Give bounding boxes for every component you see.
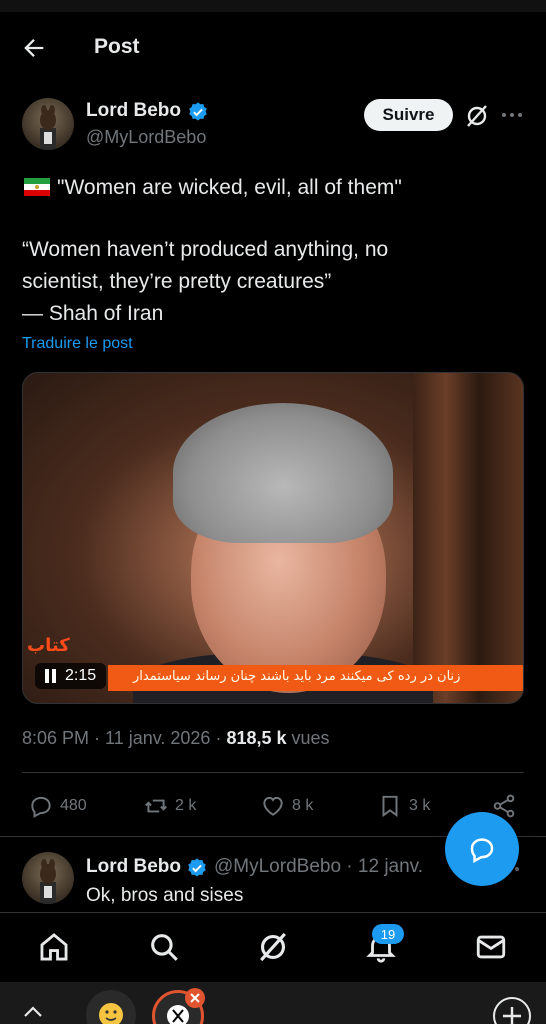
system-taskbar: [0, 982, 546, 1024]
smiley-icon: [99, 1003, 123, 1024]
divider: [22, 772, 524, 773]
author-avatar[interactable]: [22, 98, 74, 150]
translate-post-link[interactable]: Traduire le post: [22, 335, 133, 353]
iran-flag-icon: [24, 178, 50, 196]
back-arrow-icon[interactable]: [20, 34, 48, 62]
reply-icon: [31, 796, 51, 818]
video-background-shelf: [413, 373, 523, 703]
repost-count: 2 k: [175, 797, 197, 814]
bookmark-icon: [382, 795, 398, 818]
close-icon: [190, 993, 200, 1003]
post-text-line: scientist, they’re pretty creatures”: [22, 270, 332, 293]
video-duration: 2:15: [65, 667, 97, 684]
post-meta: 8:06 PM · 11 janv. 2026 · 818,5 k vues: [22, 728, 330, 749]
pause-icon[interactable]: [45, 669, 57, 683]
channel-logo: کتاب: [27, 635, 70, 656]
messages-mail-icon[interactable]: [474, 930, 508, 964]
compose-reply-fab[interactable]: [445, 812, 519, 886]
add-app-icon[interactable]: [490, 994, 534, 1024]
reply-author-avatar[interactable]: [22, 852, 74, 904]
repost-icon: [145, 799, 167, 813]
video-subject-hair: [173, 403, 393, 543]
search-icon[interactable]: [147, 930, 181, 964]
close-app-badge[interactable]: [185, 988, 205, 1008]
video-time-badge[interactable]: 2:15: [35, 663, 107, 689]
reply-handle-date[interactable]: @MyLordBebo · 12 janv.: [214, 856, 423, 878]
chevron-up-icon[interactable]: [22, 1004, 44, 1018]
grok-nav-icon[interactable]: [256, 930, 290, 964]
page-title: Post: [94, 35, 140, 58]
taskbar-app-emoji[interactable]: [86, 990, 136, 1024]
like-button[interactable]: 8 k: [260, 793, 313, 819]
views-label: vues: [286, 728, 330, 748]
like-count: 8 k: [292, 797, 314, 814]
notifications-badge: 19: [372, 924, 404, 944]
bookmark-count: 3 k: [409, 797, 431, 814]
reply-count: 480: [60, 797, 87, 814]
reply-button[interactable]: 480: [28, 793, 87, 819]
reply-compose-icon: [470, 838, 494, 863]
reply-author-name[interactable]: Lord Bebo: [86, 856, 181, 878]
post-text-line: "Women are wicked, evil, all of them": [57, 176, 402, 199]
post-text-line: “Women haven’t produced anything, no: [22, 238, 389, 261]
heart-icon: [263, 796, 283, 816]
video-player[interactable]: زنان در رده کی میکنند مرد باید باشند چنا…: [22, 372, 524, 704]
post-timestamp[interactable]: 8:06 PM · 11 janv. 2026 ·: [22, 728, 226, 748]
more-options-icon[interactable]: [500, 108, 524, 122]
repost-button[interactable]: 2 k: [143, 793, 196, 819]
follow-button[interactable]: Suivre: [364, 99, 453, 131]
bookmark-button[interactable]: 3 k: [377, 793, 430, 819]
reply-text: Ok, bros and sises: [86, 885, 244, 906]
video-caption-text: زنان در رده کی میکنند مرد باید باشند چنا…: [133, 669, 461, 684]
author-name[interactable]: Lord Bebo: [86, 100, 181, 122]
author-handle[interactable]: @MyLordBebo: [86, 127, 206, 148]
home-icon[interactable]: [37, 930, 71, 964]
grok-icon[interactable]: [464, 103, 490, 129]
verified-badge-icon: [189, 102, 207, 121]
verified-badge-icon: [188, 858, 206, 877]
post-text-line: — Shah of Iran: [22, 302, 164, 325]
status-strip: [0, 0, 546, 12]
view-count: 818,5 k: [226, 728, 287, 748]
